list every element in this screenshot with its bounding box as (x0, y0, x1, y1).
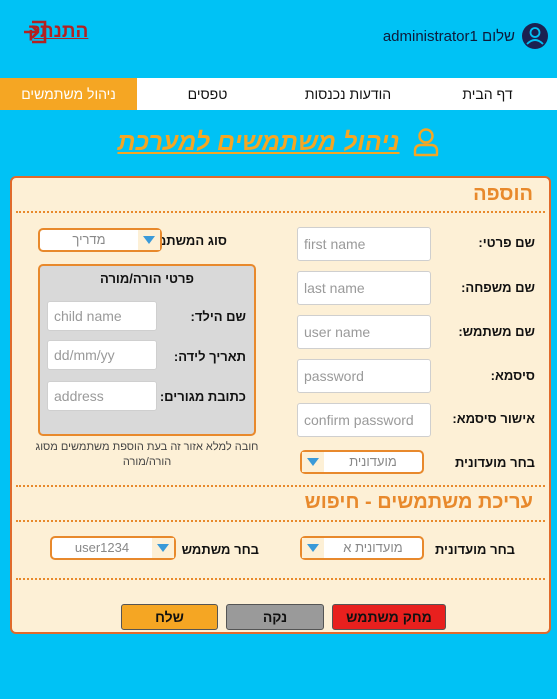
user-type-select-value: מדריך (72, 232, 106, 247)
address-input[interactable] (47, 381, 157, 411)
divider (16, 578, 545, 580)
divider (16, 211, 545, 213)
last-name-label: שם משפחה: (461, 280, 535, 295)
club-select-value: מועדונית (349, 454, 397, 469)
user-avatar-icon (522, 23, 548, 49)
birth-date-label: תאריך לידה: (173, 349, 246, 364)
chevron-down-icon (138, 230, 160, 250)
parent-details-note: חובה למלא אזור זה בעת הוספת משתמשים מסוג… (35, 441, 259, 468)
main-nav: ניהול משתמשים טפסים הודעות נכנסות דף הבי… (0, 78, 557, 110)
password-label: סיסמא: (490, 368, 535, 383)
edit-club-select[interactable]: מועדונית א (300, 536, 424, 560)
confirm-password-label: אישור סיסמא: (452, 411, 535, 426)
address-label: כתובת מגורים: (159, 389, 246, 404)
add-section-title: הוספה (473, 183, 533, 205)
edit-user-select[interactable]: user1234 (50, 536, 176, 560)
password-input[interactable] (297, 359, 431, 393)
club-label: בחר מועדונית (454, 455, 535, 470)
edit-club-label: בחר מועדונית (434, 542, 515, 557)
first-name-input[interactable] (297, 227, 431, 261)
chevron-down-icon (302, 538, 324, 558)
edit-user-select-value: user1234 (74, 540, 130, 555)
child-name-input[interactable] (47, 301, 157, 331)
username-input[interactable] (297, 315, 431, 349)
birth-date-input[interactable] (47, 340, 157, 370)
clear-button[interactable]: נקה (226, 604, 324, 630)
club-select[interactable]: מועדונית (300, 450, 424, 474)
edit-user-label: בחר משתמש (181, 542, 259, 557)
greeting-text: שלום administrator1 (382, 27, 515, 45)
first-name-label: שם פרטי: (478, 235, 535, 250)
page-title-row: ניהול משתמשים למערכת (0, 124, 557, 160)
divider (16, 485, 545, 487)
edit-section-title: עריכת משתמשים - חיפוש (304, 491, 533, 513)
delete-user-button[interactable]: מחק משתמש (332, 604, 446, 630)
chevron-down-icon (302, 452, 324, 472)
confirm-password-input[interactable] (297, 403, 431, 437)
logout-label: התנתק (28, 21, 89, 42)
user-management-panel: הוספה שם פרטי: שם משפחה: שם משתמש: סיסמא… (10, 176, 551, 634)
divider (16, 520, 545, 522)
parent-details-box: פרטי הורה/מורה שם הילד: תאריך לידה: כתוב… (38, 264, 256, 436)
tab-home[interactable]: דף הבית (418, 78, 557, 110)
page-title: ניהול משתמשים למערכת (117, 127, 400, 156)
tab-incoming-messages[interactable]: הודעות נכנסות (278, 78, 418, 110)
user-info: שלום administrator1 (383, 22, 549, 50)
child-name-label: שם הילד: (190, 309, 246, 324)
parent-details-title: פרטי הורה/מורה (100, 271, 194, 286)
chevron-down-icon (152, 538, 174, 558)
user-icon (413, 128, 438, 157)
last-name-input[interactable] (297, 271, 431, 305)
send-button[interactable]: שלח (121, 604, 218, 630)
logout-button[interactable]: התנתק (22, 18, 88, 46)
username-label: שם משתמש: (458, 324, 535, 339)
tab-forms[interactable]: טפסים (137, 78, 278, 110)
tab-user-management[interactable]: ניהול משתמשים (0, 78, 137, 110)
top-bar: התנתק שלום administrator1 (0, 0, 557, 78)
edit-club-select-value: מועדונית א (343, 540, 403, 555)
user-type-select[interactable]: מדריך (38, 228, 162, 252)
